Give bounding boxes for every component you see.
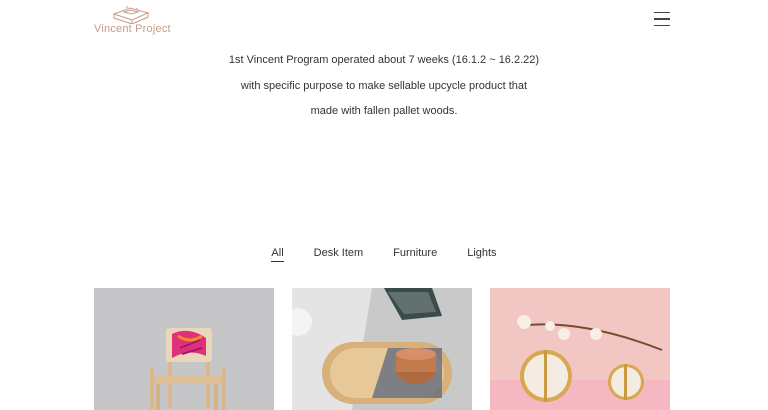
brand-name: Vincent Project bbox=[94, 23, 171, 35]
filter-lights[interactable]: Lights bbox=[467, 247, 496, 262]
tray-photo bbox=[292, 288, 472, 410]
filter-desk-item[interactable]: Desk Item bbox=[314, 247, 364, 262]
gallery-item-mirrors[interactable] bbox=[490, 288, 670, 410]
gallery-item-chair[interactable] bbox=[94, 288, 274, 410]
logo-box-icon bbox=[112, 6, 150, 24]
hamburger-menu-icon[interactable] bbox=[654, 12, 670, 26]
intro-line: with specific purpose to make sellable u… bbox=[240, 79, 528, 92]
filter-furniture[interactable]: Furniture bbox=[393, 247, 437, 262]
gallery-item-tray[interactable] bbox=[292, 288, 472, 410]
intro-text: 1st Vincent Program operated about 7 wee… bbox=[0, 48, 768, 125]
chair-photo bbox=[94, 288, 274, 410]
intro-line: 1st Vincent Program operated about 7 wee… bbox=[228, 54, 540, 66]
category-filter: All Desk Item Furniture Lights bbox=[0, 247, 768, 262]
brand-logo[interactable]: Vincent Project bbox=[94, 4, 174, 36]
intro-line: made with fallen pallet woods. bbox=[310, 105, 458, 117]
filter-all[interactable]: All bbox=[271, 247, 284, 262]
mirror-photo bbox=[490, 288, 670, 410]
